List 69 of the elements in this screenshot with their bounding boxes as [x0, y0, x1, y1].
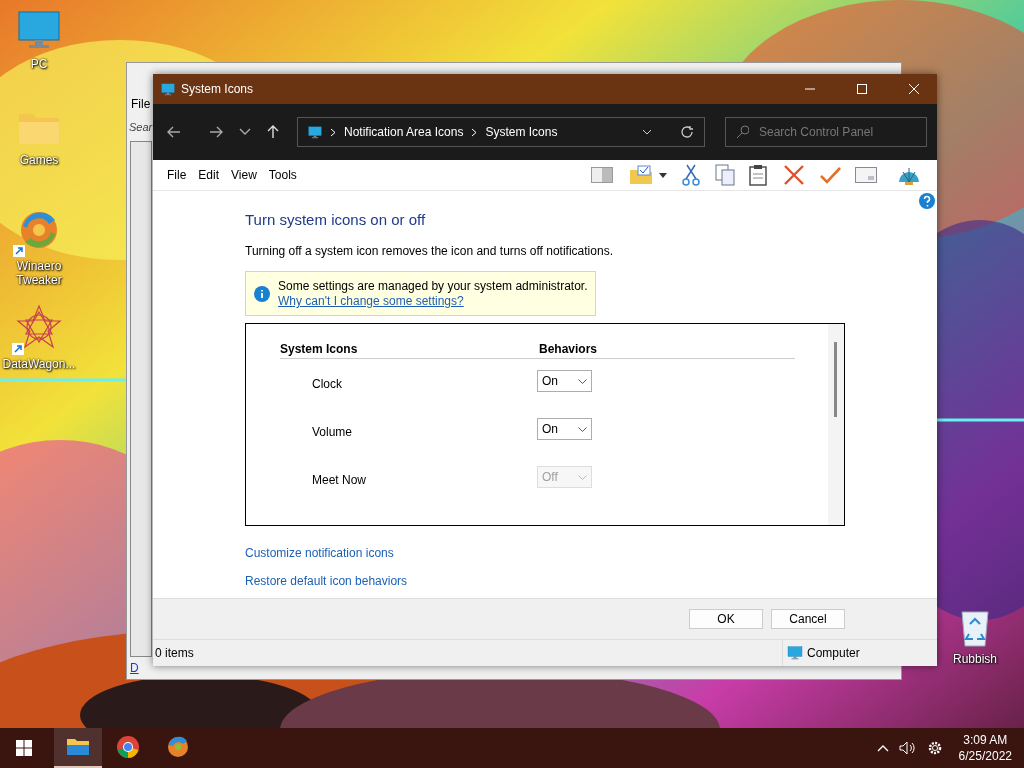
swirl-icon	[165, 734, 191, 760]
search-field[interactable]: Search Control Panel	[725, 117, 927, 147]
taskbar-button[interactable]	[54, 728, 102, 768]
dropdown-icon[interactable]	[642, 129, 652, 135]
card-icon[interactable]	[855, 167, 877, 183]
info-icon	[254, 286, 270, 302]
chevron-down-icon	[578, 426, 587, 432]
column-header: Behaviors	[539, 342, 598, 356]
address-bar[interactable]: Notification Area Icons System Icons	[297, 117, 705, 147]
up-arrow-icon	[267, 125, 279, 139]
chevron-icon	[330, 127, 336, 137]
ok-button[interactable]: OK	[689, 609, 763, 629]
menu-item[interactable]: File	[163, 166, 191, 184]
scrollbar[interactable]	[828, 324, 844, 525]
maximize-icon	[857, 84, 867, 94]
link[interactable]: Customize notification icons	[245, 546, 408, 560]
refresh-icon[interactable]	[680, 125, 694, 139]
speaker-icon[interactable]	[898, 741, 917, 755]
menu-item[interactable]: View	[227, 166, 261, 184]
window-title: System Icons	[181, 82, 255, 96]
back-arrow-icon	[167, 126, 181, 138]
description: Turning off a system icon removes the icon and turns off notifications.	[245, 244, 613, 258]
link[interactable]: Restore default icon behaviors	[245, 574, 408, 588]
star-pattern-icon	[16, 304, 62, 350]
menu-item[interactable]: File	[131, 97, 151, 111]
icon-name: Clock	[312, 377, 342, 391]
chevron-down-icon	[578, 378, 587, 384]
delete-icon[interactable]	[783, 164, 805, 186]
copy-icon[interactable]	[715, 164, 735, 186]
chevron-icon	[471, 127, 478, 137]
computer-icon	[787, 646, 803, 660]
search-icon	[736, 125, 749, 139]
search-field[interactable]: Sear	[129, 121, 153, 133]
windows-logo-icon	[16, 740, 32, 756]
folder-check-icon[interactable]	[629, 165, 653, 185]
icon-name: Meet Now	[312, 473, 367, 487]
forward-arrow-icon	[209, 126, 223, 138]
caret-icon[interactable]	[659, 172, 667, 178]
page-heading: Turn system icons on or off	[245, 211, 426, 228]
breadcrumb[interactable]: Notification Area Icons	[344, 125, 464, 139]
chevron-down-icon	[578, 474, 587, 480]
close-icon	[909, 84, 919, 94]
browser-icon	[115, 734, 141, 760]
menu-item[interactable]: Edit	[194, 166, 224, 184]
item-count: 0 items	[154, 646, 195, 660]
cancel-button[interactable]: Cancel	[771, 609, 845, 629]
menu-item[interactable]: Tools	[264, 166, 301, 184]
column-header: System Icons	[280, 342, 359, 356]
checkmark-icon[interactable]	[819, 166, 841, 184]
recycle-bin-icon	[958, 608, 992, 648]
search-input[interactable]: Search Control Panel	[757, 124, 916, 140]
behavior-dropdown[interactable]: On	[537, 418, 592, 440]
behavior-dropdown[interactable]: On	[537, 370, 592, 392]
clock[interactable]: 3:09 AM 6/25/2022	[958, 732, 1012, 764]
computer-icon	[308, 125, 322, 139]
breadcrumb[interactable]: System Icons	[485, 125, 558, 139]
info-text: Some settings are managed by your system administrator.	[278, 279, 588, 293]
chevron-down-icon	[239, 128, 251, 136]
link[interactable]: D	[130, 661, 139, 675]
paste-icon[interactable]	[749, 164, 767, 186]
desktop-icon-label[interactable]: Rubbish	[953, 652, 997, 666]
cut-icon[interactable]	[681, 164, 701, 186]
icon-name: Volume	[312, 425, 353, 439]
chevron-up-icon[interactable]	[876, 744, 889, 752]
help-link[interactable]: Why can't I change some settings?	[278, 294, 588, 308]
help-icon[interactable]	[919, 193, 935, 209]
zone-label: Computer	[807, 646, 860, 660]
window-icon	[161, 82, 175, 96]
settings-icon[interactable]	[926, 740, 943, 756]
